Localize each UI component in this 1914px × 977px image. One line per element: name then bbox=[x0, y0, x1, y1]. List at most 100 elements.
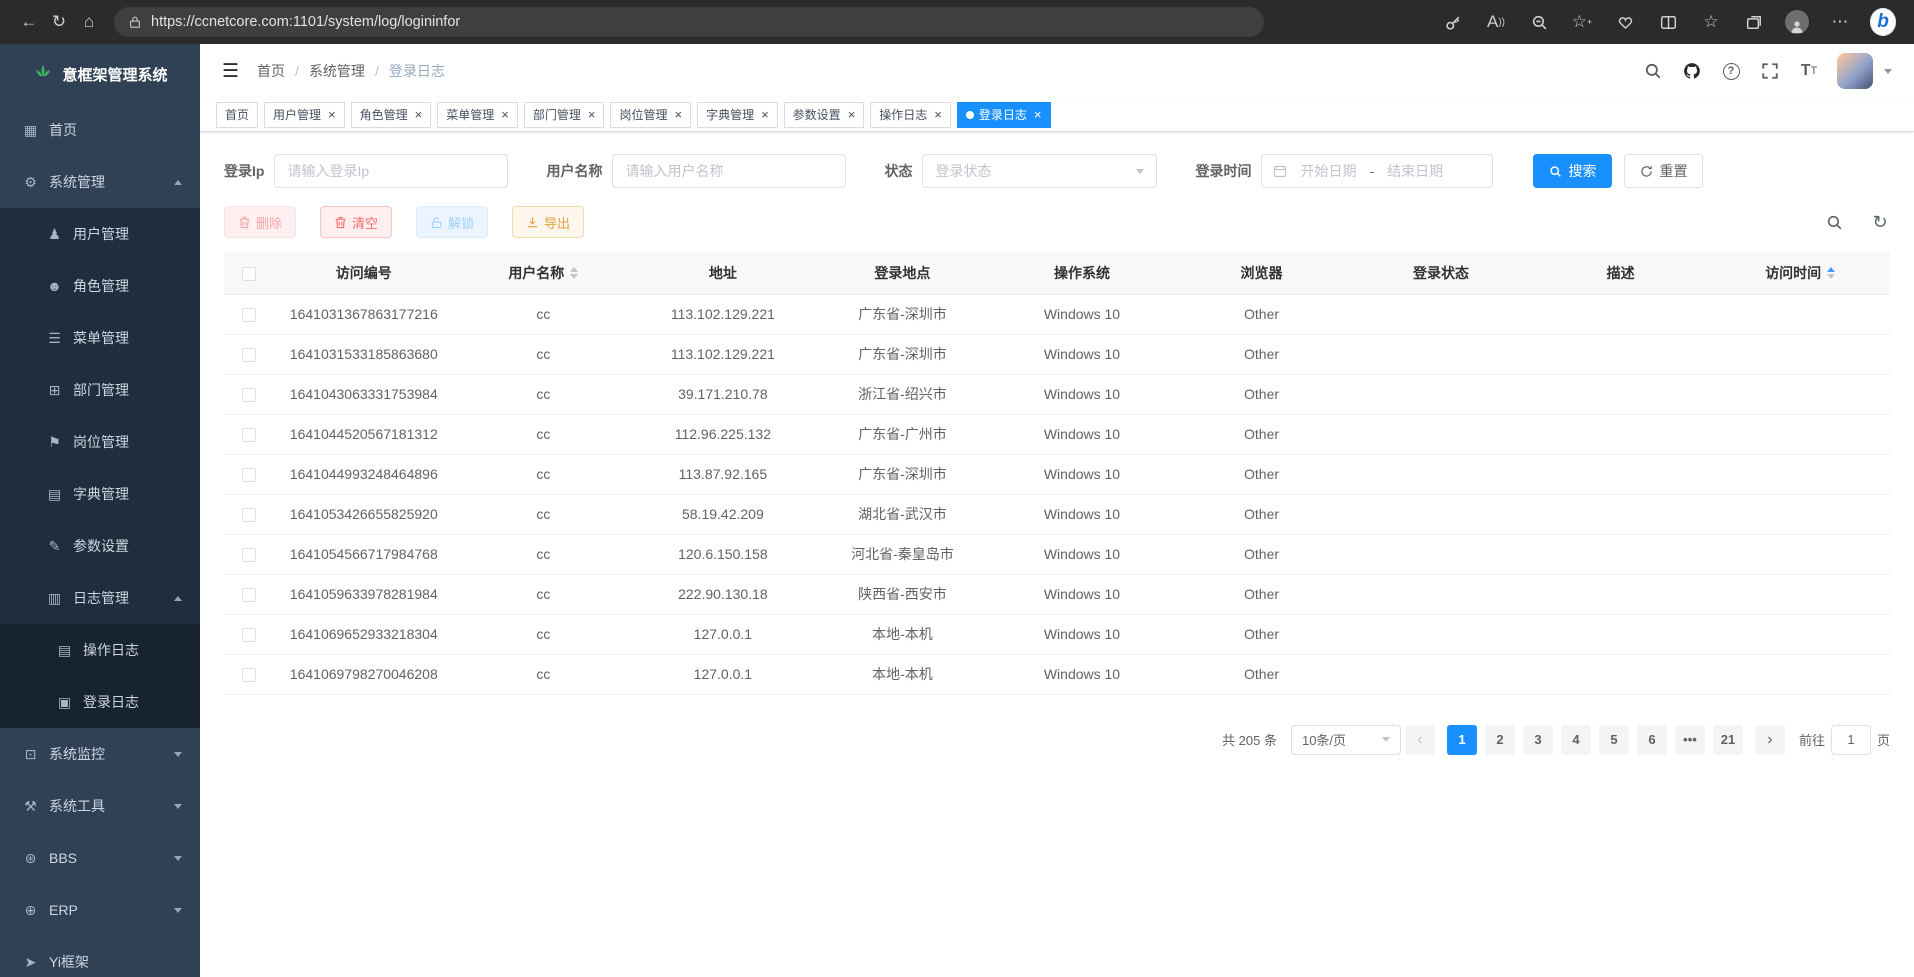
fullscreen-icon[interactable] bbox=[1759, 60, 1781, 82]
page-button[interactable]: 6 bbox=[1637, 725, 1667, 755]
breadcrumb-item[interactable]: 登录日志 bbox=[365, 61, 445, 81]
sidebar-menu-item[interactable]: ☻ 角色管理 bbox=[0, 260, 200, 312]
export-button[interactable]: 导出 bbox=[512, 206, 584, 238]
row-checkbox[interactable] bbox=[242, 588, 256, 602]
breadcrumb-item[interactable]: 首页 bbox=[257, 61, 285, 81]
tab[interactable]: 参数设置 × bbox=[784, 102, 865, 128]
search-button[interactable]: 搜索 bbox=[1533, 154, 1612, 188]
table-row[interactable]: 1641059633978281984 cc 222.90.130.18 陕西省… bbox=[224, 574, 1890, 614]
table-row[interactable]: 1641053426655825920 cc 58.19.42.209 湖北省-… bbox=[224, 494, 1890, 534]
clear-button[interactable]: 清空 bbox=[320, 206, 392, 238]
app-logo[interactable]: 意框架管理系统 bbox=[0, 44, 200, 104]
page-button[interactable]: 21 bbox=[1713, 725, 1743, 755]
close-icon[interactable]: × bbox=[761, 107, 769, 122]
sidebar-menu-item[interactable]: ▤ 操作日志 bbox=[0, 624, 200, 676]
search-icon[interactable] bbox=[1642, 60, 1664, 82]
close-icon[interactable]: × bbox=[328, 107, 336, 122]
tab[interactable]: 操作日志 × bbox=[870, 102, 951, 128]
hamburger-icon[interactable]: ☰ bbox=[222, 60, 239, 83]
close-icon[interactable]: × bbox=[848, 107, 856, 122]
page-size-select[interactable]: 10条/页 bbox=[1291, 725, 1401, 755]
github-icon[interactable] bbox=[1681, 60, 1703, 82]
close-icon[interactable]: × bbox=[415, 107, 423, 122]
copilot-bing-icon[interactable]: b bbox=[1870, 7, 1896, 37]
close-icon[interactable]: × bbox=[501, 107, 509, 122]
table-row[interactable]: 1641043063331753984 cc 39.171.210.78 浙江省… bbox=[224, 374, 1890, 414]
profile-avatar[interactable] bbox=[1784, 7, 1810, 37]
row-checkbox[interactable] bbox=[242, 468, 256, 482]
sidebar-menu-item[interactable]: ♟ 用户管理 bbox=[0, 208, 200, 260]
tab[interactable]: 部门管理 × bbox=[524, 102, 605, 128]
status-select[interactable]: 登录状态 bbox=[922, 154, 1157, 188]
sidebar-menu-item[interactable]: ⊕ ERP bbox=[0, 884, 200, 936]
breadcrumb-item[interactable]: 系统管理 bbox=[285, 61, 365, 81]
toggle-search-icon[interactable] bbox=[1824, 212, 1844, 232]
row-checkbox[interactable] bbox=[242, 628, 256, 642]
prev-page-button[interactable]: ‹ bbox=[1405, 725, 1435, 755]
split-screen-icon[interactable] bbox=[1655, 7, 1681, 37]
row-checkbox[interactable] bbox=[242, 428, 256, 442]
sidebar-menu-item[interactable]: ▤ 字典管理 bbox=[0, 468, 200, 520]
zoom-out-icon[interactable] bbox=[1526, 7, 1552, 37]
tab[interactable]: 角色管理 × bbox=[351, 102, 432, 128]
address-bar[interactable]: https://ccnetcore.com:1101/system/log/lo… bbox=[114, 7, 1264, 37]
ip-input[interactable] bbox=[274, 154, 508, 188]
read-aloud-icon[interactable]: A)) bbox=[1483, 7, 1509, 37]
table-row[interactable]: 1641069652933218304 cc 127.0.0.1 本地-本机 W… bbox=[224, 614, 1890, 654]
sidebar-menu-item[interactable]: ☰ 菜单管理 bbox=[0, 312, 200, 364]
page-button[interactable]: 3 bbox=[1523, 725, 1553, 755]
delete-button[interactable]: 删除 bbox=[224, 206, 296, 238]
favorites-icon[interactable]: ☆ bbox=[1698, 7, 1724, 37]
sidebar-menu-item[interactable]: ⊡ 系统监控 bbox=[0, 728, 200, 780]
table-row[interactable]: 1641031533185863680 cc 113.102.129.221 广… bbox=[224, 334, 1890, 374]
table-row[interactable]: 1641069798270046208 cc 127.0.0.1 本地-本机 W… bbox=[224, 654, 1890, 694]
back-icon[interactable]: ← bbox=[14, 7, 44, 37]
sort-icon[interactable] bbox=[570, 267, 578, 279]
favorites-add-icon[interactable]: ☆+ bbox=[1569, 7, 1595, 37]
help-icon[interactable]: ? bbox=[1720, 60, 1742, 82]
table-row[interactable]: 1641044520567181312 cc 112.96.225.132 广东… bbox=[224, 414, 1890, 454]
column-header[interactable]: 登录状态 bbox=[1351, 252, 1531, 294]
close-icon[interactable]: × bbox=[588, 107, 596, 122]
column-header[interactable]: 登录地点 bbox=[813, 252, 993, 294]
sort-icon[interactable] bbox=[1827, 267, 1835, 279]
sidebar-menu-item[interactable]: ▦ 首页 bbox=[0, 104, 200, 156]
sidebar-menu-item[interactable]: ➤ Yi框架 bbox=[0, 936, 200, 977]
column-header[interactable]: 用户名称 bbox=[454, 252, 634, 294]
table-row[interactable]: 1641054566717984768 cc 120.6.150.158 河北省… bbox=[224, 534, 1890, 574]
tab[interactable]: 菜单管理 × bbox=[437, 102, 518, 128]
tab[interactable]: 字典管理 × bbox=[697, 102, 778, 128]
font-size-icon[interactable]: TT bbox=[1798, 60, 1820, 82]
date-range-picker[interactable]: 开始日期 - 结束日期 bbox=[1261, 154, 1493, 188]
close-icon[interactable]: × bbox=[1034, 107, 1042, 122]
jump-page-input[interactable] bbox=[1831, 725, 1871, 755]
sidebar-menu-item[interactable]: ⊞ 部门管理 bbox=[0, 364, 200, 416]
row-checkbox[interactable] bbox=[242, 548, 256, 562]
sidebar-menu-item[interactable]: ▥ 日志管理 bbox=[0, 572, 200, 624]
site-info-icon[interactable] bbox=[128, 15, 142, 29]
sidebar-menu-item[interactable]: ▣ 登录日志 bbox=[0, 676, 200, 728]
column-header[interactable]: 描述 bbox=[1531, 252, 1711, 294]
browser-home-icon[interactable]: ⌂ bbox=[74, 7, 104, 37]
tab[interactable]: 岗位管理 × bbox=[610, 102, 691, 128]
settings-more-icon[interactable]: ⋯ bbox=[1827, 7, 1853, 37]
row-checkbox[interactable] bbox=[242, 388, 256, 402]
reset-button[interactable]: 重置 bbox=[1624, 154, 1703, 188]
page-button[interactable]: 4 bbox=[1561, 725, 1591, 755]
row-checkbox[interactable] bbox=[242, 508, 256, 522]
table-row[interactable]: 1641031367863177216 cc 113.102.129.221 广… bbox=[224, 294, 1890, 334]
username-input[interactable] bbox=[612, 154, 846, 188]
page-button[interactable]: 2 bbox=[1485, 725, 1515, 755]
sidebar-menu-item[interactable]: ⚙ 系统管理 bbox=[0, 156, 200, 208]
reload-icon[interactable]: ↻ bbox=[44, 7, 74, 37]
row-checkbox[interactable] bbox=[242, 308, 256, 322]
password-key-icon[interactable] bbox=[1440, 7, 1466, 37]
column-header[interactable]: 访问时间 bbox=[1710, 252, 1890, 294]
sidebar-menu-item[interactable]: ⊛ BBS bbox=[0, 832, 200, 884]
collections-icon[interactable] bbox=[1741, 7, 1767, 37]
sidebar-menu-item[interactable]: ⚑ 岗位管理 bbox=[0, 416, 200, 468]
tab[interactable]: 首页 bbox=[216, 102, 258, 128]
column-header[interactable]: 访问编号 bbox=[274, 252, 454, 294]
row-checkbox[interactable] bbox=[242, 668, 256, 682]
sidebar-menu-item[interactable]: ⚒ 系统工具 bbox=[0, 780, 200, 832]
